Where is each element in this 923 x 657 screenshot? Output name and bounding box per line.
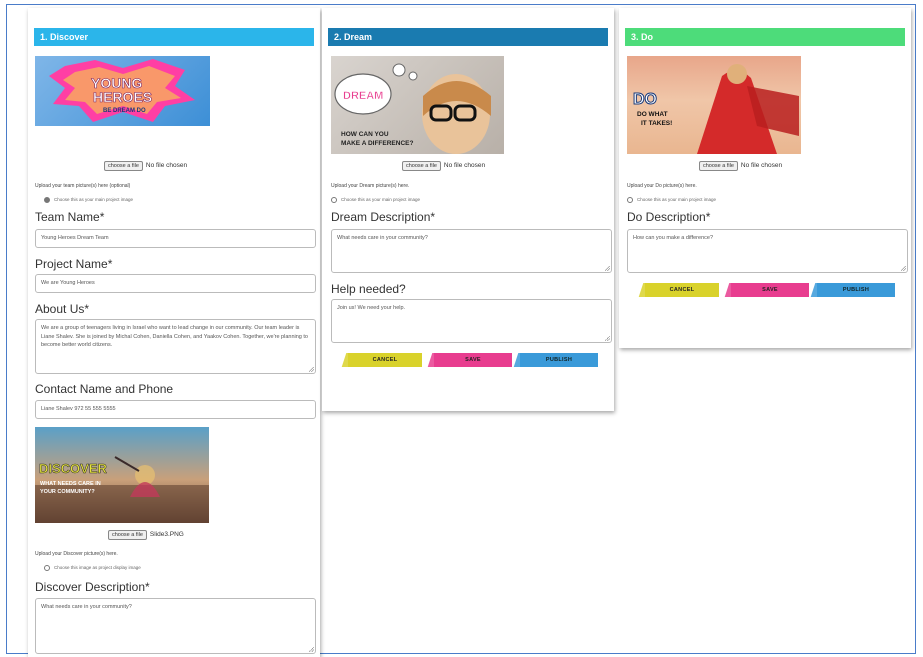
dream-image-line2: MAKE A DIFFERENCE? <box>341 140 413 147</box>
cancel-button[interactable]: CANCEL <box>348 353 422 367</box>
checkbox-box <box>627 197 633 203</box>
contact-label: Contact Name and Phone <box>35 382 174 396</box>
upload-hint: Upload your team picture(s) here (option… <box>35 183 131 189</box>
discover-description-label: Discover Description* <box>35 580 150 594</box>
main-image-checkbox[interactable]: Choose this as your main project image <box>331 197 420 203</box>
young-heroes-logo-image: YOUNG HEROES BE DREAM DO <box>35 56 210 126</box>
publish-button[interactable]: PUBLISH <box>520 353 598 367</box>
project-name-label: Project Name* <box>35 257 113 271</box>
discover-image-sub2: YOUR COMMUNITY? <box>40 489 95 495</box>
choose-file-button[interactable]: choose a file <box>104 161 143 171</box>
upload-hint: Upload your Do picture(s) here. <box>627 183 697 189</box>
dream-description-label: Dream Description* <box>331 210 436 224</box>
image1-subtitle: BE DREAM DO <box>103 108 146 114</box>
checkbox-label: Choose this as your main project image <box>637 197 717 203</box>
radio-label: Choose this image as project display ima… <box>54 565 141 571</box>
contact-input[interactable]: Liane Shalev 972 55 555 5555 <box>35 400 316 419</box>
file-status: No file chosen <box>740 162 783 169</box>
checkbox-box <box>331 197 337 203</box>
cancel-button[interactable]: CANCEL <box>645 283 719 297</box>
checkbox-label: Choose this as your main project image <box>341 197 421 203</box>
main-image-checkbox[interactable]: Choose this as your main project image <box>627 197 716 203</box>
team-name-label: Team Name* <box>35 210 105 224</box>
do-image-line1: DO WHAT <box>637 111 668 118</box>
do-image-line2: IT TAKES! <box>641 120 672 127</box>
file-status: No file chosen <box>145 162 188 169</box>
save-button[interactable]: SAVE <box>434 353 512 367</box>
choose-file-button[interactable]: choose a file <box>402 161 441 171</box>
discover-image-sub1: WHAT NEEDS CARE IN <box>40 481 101 487</box>
discover-description-textarea[interactable]: What needs care in your community? <box>35 598 316 654</box>
file-status: No file chosen <box>443 162 486 169</box>
dream-description-textarea[interactable]: What needs care in your community? <box>331 229 612 273</box>
dream-header: 2. Dream <box>328 28 608 46</box>
do-panel: 3. Do DO DO WHAT IT TAKES! choose a file… <box>619 8 911 348</box>
upload-hint-2: Upload your Discover picture(s) here. <box>35 551 118 557</box>
radio-dot <box>44 565 50 571</box>
discover-image: DISCOVER WHAT NEEDS CARE IN YOUR COMMUNI… <box>35 427 209 523</box>
dream-panel: 2. Dream DREAM HOW CAN YOU MAKE A DIFFER… <box>322 8 614 411</box>
upload-hint: Upload your Dream picture(s) here. <box>331 183 410 189</box>
file-name: Slide3.PNG <box>149 531 184 538</box>
help-needed-textarea[interactable]: Join us! We need your help. <box>331 299 612 343</box>
dream-image-line1: HOW CAN YOU <box>341 131 389 138</box>
main-image-radio[interactable]: Choose this as your main project image <box>44 197 133 203</box>
main-image-radio-2[interactable]: Choose this image as project display ima… <box>44 565 141 571</box>
dream-image: DREAM HOW CAN YOU MAKE A DIFFERENCE? <box>331 56 504 154</box>
image1-title-line2: HEROES <box>93 89 152 105</box>
team-name-input[interactable]: Young Heroes Dream Team <box>35 229 316 248</box>
do-description-textarea[interactable]: How can you make a difference? <box>627 229 908 273</box>
discover-header: 1. Discover <box>34 28 314 46</box>
about-us-textarea[interactable]: We are a group of teenagers living in Is… <box>35 319 316 374</box>
discover-image-title: DISCOVER <box>39 461 108 476</box>
radio-dot <box>44 197 50 203</box>
about-us-label: About Us* <box>35 302 90 316</box>
choose-file-button[interactable]: choose a file <box>699 161 738 171</box>
save-button[interactable]: SAVE <box>731 283 809 297</box>
radio-label: Choose this as your main project image <box>54 197 134 203</box>
project-name-input[interactable]: We are Young Heroes <box>35 274 316 293</box>
publish-button[interactable]: PUBLISH <box>817 283 895 297</box>
choose-file-button-2[interactable]: choose a file <box>108 530 147 540</box>
help-needed-label: Help needed? <box>331 282 406 296</box>
dream-bubble-text: DREAM <box>343 90 383 102</box>
do-image-title: DO <box>633 91 657 108</box>
discover-panel: 1. Discover YOUNG HEROES BE DREAM DO cho… <box>28 8 320 657</box>
do-header: 3. Do <box>625 28 905 46</box>
do-image: DO DO WHAT IT TAKES! <box>627 56 801 154</box>
do-description-label: Do Description* <box>627 210 711 224</box>
